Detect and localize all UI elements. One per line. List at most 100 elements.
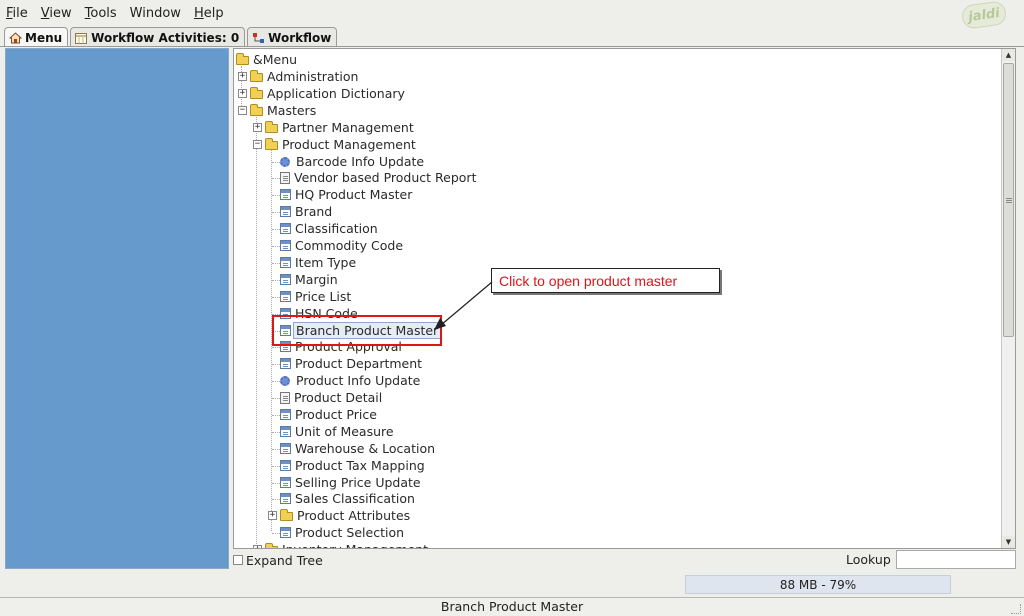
memory-indicator[interactable]: 88 MB - 79% bbox=[685, 575, 951, 594]
tree-node-label: Brand bbox=[295, 204, 333, 219]
tree-node-barcode-info-update[interactable]: Barcode Info Update bbox=[280, 153, 426, 170]
tree-root-label: &Menu bbox=[253, 52, 298, 67]
expand-icon[interactable]: + bbox=[253, 123, 262, 132]
tree-connector bbox=[272, 398, 280, 399]
tree-node-inventory-management[interactable]: Inventory Management bbox=[265, 541, 430, 548]
tree-node-partner-management[interactable]: Partner Management bbox=[265, 119, 416, 136]
tree-node-warehouse-location[interactable]: Warehouse & Location bbox=[280, 440, 437, 457]
tree-node-label: Administration bbox=[267, 69, 359, 84]
tree-node-item-type[interactable]: Item Type bbox=[280, 254, 358, 271]
menu-help[interactable]: Help bbox=[194, 6, 224, 21]
window-icon bbox=[280, 257, 291, 268]
expand-tree-checkbox[interactable] bbox=[233, 555, 243, 565]
tab-workflow[interactable]: Workflow bbox=[247, 27, 338, 47]
window-icon bbox=[280, 291, 291, 302]
expand-tree-toggle[interactable]: Expand Tree bbox=[233, 552, 323, 568]
tab-workflow-activities[interactable]: Workflow Activities: 0 bbox=[70, 27, 246, 47]
tree-node-label: Application Dictionary bbox=[267, 86, 405, 101]
tree-node-classification[interactable]: Classification bbox=[280, 220, 380, 237]
tree-connector bbox=[272, 246, 280, 247]
tree-connector bbox=[272, 229, 280, 230]
collapse-icon[interactable]: − bbox=[253, 140, 262, 149]
collapse-icon[interactable]: − bbox=[238, 106, 247, 115]
menu-window[interactable]: Window bbox=[130, 6, 181, 21]
tree-node-label: Vendor based Product Report bbox=[294, 170, 477, 185]
folder-open-icon bbox=[236, 53, 249, 65]
lookup-input[interactable] bbox=[896, 550, 1016, 569]
tree-node-unit-of-measure[interactable]: Unit of Measure bbox=[280, 423, 396, 440]
window-icon bbox=[280, 189, 291, 200]
tree-node-product-info-update[interactable]: Product Info Update bbox=[280, 372, 422, 389]
tree-node-product-detail[interactable]: Product Detail bbox=[280, 389, 384, 406]
scroll-up-icon[interactable]: ▲ bbox=[1002, 49, 1015, 61]
tree-node-masters[interactable]: Masters bbox=[250, 102, 318, 119]
tree-node-margin[interactable]: Margin bbox=[280, 271, 340, 288]
tree-node-label: Sales Classification bbox=[295, 491, 415, 506]
folder-icon bbox=[265, 121, 278, 133]
tree-node-application-dictionary[interactable]: Application Dictionary bbox=[250, 85, 407, 102]
tree-node-product-management[interactable]: Product Management bbox=[265, 136, 418, 153]
menu-file[interactable]: File bbox=[6, 6, 28, 21]
menu-view[interactable]: View bbox=[41, 6, 72, 21]
tree-node-price-list[interactable]: Price List bbox=[280, 288, 353, 305]
tree-node-label: Price List bbox=[295, 289, 352, 304]
folder-icon bbox=[250, 104, 263, 116]
tree-connector bbox=[272, 162, 280, 163]
tree-node-brand[interactable]: Brand bbox=[280, 203, 334, 220]
tree-node-selling-price-update[interactable]: Selling Price Update bbox=[280, 474, 423, 491]
tree-root[interactable]: &Menu bbox=[236, 51, 299, 68]
folder-icon bbox=[265, 543, 278, 548]
scrollbar-thumb[interactable] bbox=[1003, 63, 1014, 337]
calendar-icon bbox=[75, 32, 88, 44]
tree-connector bbox=[272, 432, 280, 433]
process-icon bbox=[280, 156, 290, 167]
folder-icon bbox=[250, 70, 263, 82]
tree-node-hq-product-master[interactable]: HQ Product Master bbox=[280, 186, 414, 203]
expand-icon[interactable]: + bbox=[253, 545, 262, 548]
window-icon bbox=[280, 443, 291, 454]
tree-node-label: Barcode Info Update bbox=[296, 154, 425, 169]
tree-node-vendor-based-product-report[interactable]: Vendor based Product Report bbox=[280, 169, 478, 186]
tree-node-label: Selling Price Update bbox=[295, 475, 421, 490]
window-icon bbox=[280, 493, 291, 504]
tree-node-label: Product Management bbox=[282, 137, 416, 152]
tree-node-commodity-code[interactable]: Commodity Code bbox=[280, 237, 405, 254]
tree-node-label: Product Price bbox=[295, 407, 377, 422]
tree-node-product-department[interactable]: Product Department bbox=[280, 355, 424, 372]
tree-node-product-selection[interactable]: Product Selection bbox=[280, 524, 406, 541]
tree-connector bbox=[272, 449, 280, 450]
folder-icon bbox=[250, 87, 263, 99]
tree-node-label: Inventory Management bbox=[280, 542, 430, 548]
tree-connector bbox=[272, 280, 280, 281]
tree-node-product-attributes[interactable]: Product Attributes bbox=[280, 507, 412, 524]
tree-connector bbox=[272, 499, 280, 500]
menu-tools[interactable]: Tools bbox=[85, 6, 117, 21]
expand-icon[interactable]: + bbox=[238, 89, 247, 98]
tree-node-administration[interactable]: Administration bbox=[250, 68, 360, 85]
expand-icon[interactable]: + bbox=[268, 511, 277, 520]
tree-node-label: Masters bbox=[267, 103, 317, 118]
window-icon bbox=[280, 240, 291, 251]
tab-menu[interactable]: Menu bbox=[4, 27, 69, 47]
tree-connector bbox=[272, 483, 280, 484]
tree-scrollbar[interactable]: ▲ ▼ bbox=[1001, 49, 1015, 548]
tree-node-label: Product Info Update bbox=[296, 373, 421, 388]
tree-connector bbox=[272, 415, 280, 416]
report-icon bbox=[280, 391, 290, 404]
expand-tree-label: Expand Tree bbox=[246, 552, 323, 568]
scroll-down-icon[interactable]: ▼ bbox=[1002, 536, 1015, 548]
tree-connector bbox=[272, 347, 280, 348]
tree-node-label: Warehouse & Location bbox=[295, 441, 436, 456]
tree-node-label: Commodity Code bbox=[295, 238, 404, 253]
tree-node-label: Product Attributes bbox=[297, 508, 411, 523]
tree-node-product-price[interactable]: Product Price bbox=[280, 406, 379, 423]
lookup-label: Lookup bbox=[846, 552, 891, 567]
tree-connector bbox=[272, 297, 280, 298]
expand-icon[interactable]: + bbox=[238, 72, 247, 81]
tree-node-product-tax-mapping[interactable]: Product Tax Mapping bbox=[280, 457, 427, 474]
menu-tree: &Menu + Administration + Application Dictio… bbox=[234, 49, 1001, 548]
tree-node-sales-classification[interactable]: Sales Classification bbox=[280, 490, 417, 507]
tree-node-label: Product Department bbox=[295, 356, 423, 371]
folder-icon bbox=[280, 509, 293, 521]
favorites-panel[interactable] bbox=[5, 48, 229, 569]
